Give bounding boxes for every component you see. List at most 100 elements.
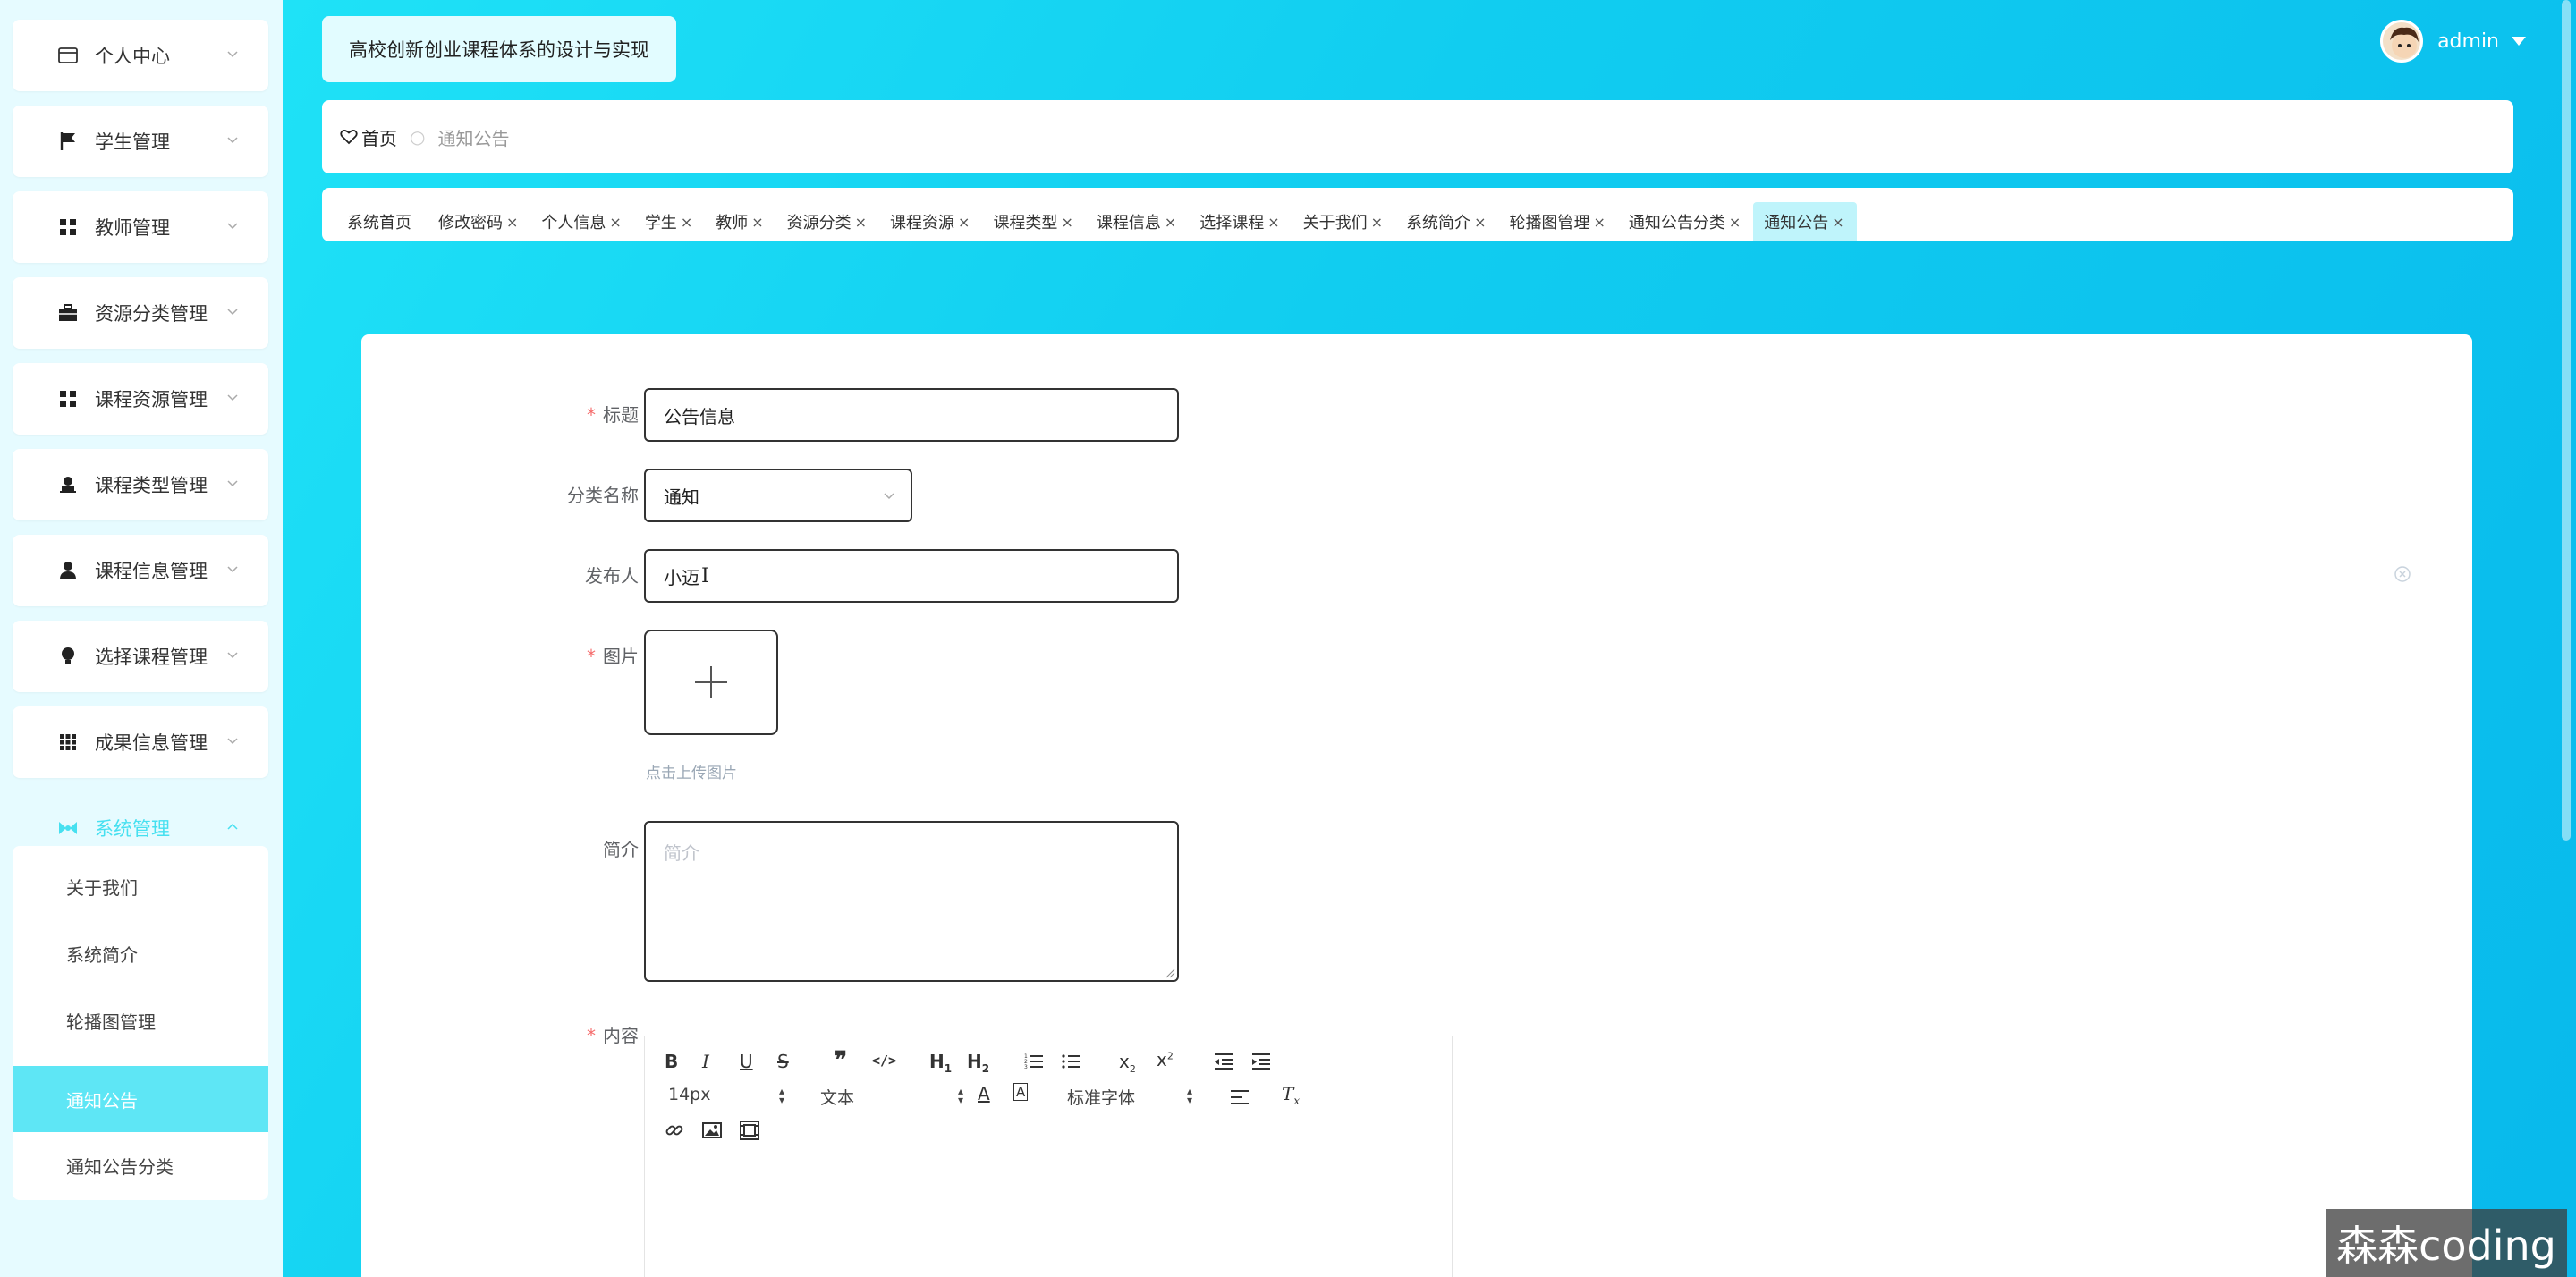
breadcrumb-home[interactable]: 首页 — [340, 124, 397, 150]
code-icon[interactable]: </> — [872, 1053, 896, 1069]
tab-course-types[interactable]: 课程类型 × — [982, 202, 1085, 241]
app-title: 高校创新创业课程体系的设计与实现 — [322, 16, 676, 82]
grid-icon — [55, 386, 80, 411]
bullet-list-icon[interactable] — [1062, 1053, 1081, 1070]
close-icon[interactable]: × — [1729, 214, 1741, 231]
tab-change-password[interactable]: 修改密码 × — [428, 202, 530, 241]
sidebar-item-course-types[interactable]: 课程类型管理 — [13, 449, 268, 520]
editor-toolbar: B I U S ❞ </> H1 H2 123 x2 x2 14px ▴ ▾ 文… — [645, 1036, 1452, 1154]
sidebar-item-course-resources[interactable]: 课程资源管理 — [13, 363, 268, 435]
person-icon — [55, 558, 80, 583]
underline-icon[interactable]: U — [740, 1051, 753, 1072]
outdent-icon[interactable] — [1214, 1053, 1233, 1070]
align-icon[interactable] — [1230, 1088, 1250, 1106]
image-upload[interactable] — [644, 630, 778, 735]
sidebar-subitem-notice-categories[interactable]: 通知公告分类 — [13, 1132, 268, 1198]
svg-text:3: 3 — [1024, 1064, 1028, 1070]
video-icon[interactable] — [740, 1121, 759, 1140]
text-cursor-icon: I — [701, 564, 709, 588]
tab-about-us[interactable]: 关于我们 × — [1292, 202, 1395, 241]
breadcrumb: 首页 ○ 通知公告 — [322, 100, 2513, 173]
tab-system-intro[interactable]: 系统简介 × — [1395, 202, 1498, 241]
sidebar-item-students[interactable]: 学生管理 — [13, 106, 268, 177]
close-icon[interactable]: × — [958, 214, 970, 231]
heart-icon — [340, 130, 358, 145]
resize-handle-icon[interactable] — [1165, 968, 1175, 978]
header-1-icon[interactable]: H1 — [929, 1051, 952, 1075]
close-icon[interactable]: × — [1474, 214, 1486, 231]
avatar — [2380, 20, 2424, 63]
sidebar-item-label: 资源分类管理 — [95, 303, 208, 325]
clear-format-icon[interactable]: Tx — [1282, 1083, 1300, 1107]
chevron-down-icon — [227, 309, 238, 316]
strikethrough-icon[interactable]: S — [777, 1051, 789, 1072]
font-size-select[interactable]: 14px ▴ ▾ — [668, 1085, 784, 1105]
sidebar-subitem-notices[interactable]: 通知公告 — [13, 1066, 268, 1132]
user-menu[interactable]: admin — [2380, 18, 2526, 64]
sidebar-subitem-carousel[interactable]: 轮播图管理 — [13, 987, 268, 1053]
rich-text-editor[interactable]: B I U S ❞ </> H1 H2 123 x2 x2 14px ▴ ▾ 文… — [644, 1036, 1453, 1277]
sidebar-item-personal-center[interactable]: 个人中心 — [13, 20, 268, 91]
tab-carousel[interactable]: 轮播图管理 × — [1498, 202, 1617, 241]
tab-course-resources[interactable]: 课程资源 × — [879, 202, 982, 241]
sidebar: 个人中心 学生管理 教师管理 资源分类管理 课程资源管理 课程类型管理 课程信息… — [0, 0, 283, 1277]
superscript-icon[interactable]: x2 — [1157, 1049, 1174, 1070]
publisher-input[interactable]: 小迈 I — [644, 549, 1179, 603]
summary-textarea[interactable]: 简介 — [644, 821, 1179, 982]
chevron-down-icon — [227, 51, 238, 58]
close-icon[interactable]: × — [681, 214, 692, 231]
tab-personal-info[interactable]: 个人信息 × — [530, 202, 633, 241]
font-color-icon[interactable]: A — [978, 1083, 990, 1104]
tab-resource-categories[interactable]: 资源分类 × — [776, 202, 879, 241]
tab-teachers[interactable]: 教师 × — [705, 202, 775, 241]
sidebar-item-resource-categories[interactable]: 资源分类管理 — [13, 277, 268, 349]
username: admin — [2437, 30, 2499, 53]
scrollbar[interactable] — [2556, 0, 2576, 1277]
close-icon[interactable]: × — [855, 214, 867, 231]
close-icon[interactable]: × — [1061, 214, 1072, 231]
title-input[interactable]: 公告信息 — [644, 388, 1179, 442]
close-icon[interactable]: × — [1593, 214, 1605, 231]
subscript-icon[interactable]: x2 — [1119, 1051, 1136, 1075]
tab-notice-categories[interactable]: 通知公告分类 × — [1618, 202, 1753, 241]
breadcrumb-separator: ○ — [410, 126, 426, 148]
sidebar-subitem-about-us[interactable]: 关于我们 — [13, 853, 268, 919]
grid-icon — [55, 215, 80, 240]
tab-students[interactable]: 学生 × — [634, 202, 705, 241]
bold-icon[interactable]: B — [665, 1051, 678, 1072]
apps-icon — [55, 730, 80, 755]
sidebar-item-achievements[interactable]: 成果信息管理 — [13, 706, 268, 778]
sidebar-item-course-info[interactable]: 课程信息管理 — [13, 535, 268, 606]
blockquote-icon[interactable]: ❞ — [835, 1047, 847, 1074]
close-icon[interactable]: × — [1267, 214, 1279, 231]
background-color-icon[interactable]: A — [1013, 1083, 1029, 1101]
tab-course-info[interactable]: 课程信息 × — [1086, 202, 1189, 241]
sidebar-subitem-system-intro[interactable]: 系统简介 — [13, 920, 268, 986]
circle-close-icon[interactable] — [2394, 565, 2411, 583]
main-area: 高校创新创业课程体系的设计与实现 admin 首页 ○ 通知公告 系统首页 修改… — [283, 0, 2576, 1277]
chevron-down-icon — [227, 394, 238, 402]
header-select[interactable]: 文本 ▴ ▾ — [820, 1085, 963, 1109]
font-family-select[interactable]: 标准字体 ▴ ▾ — [1067, 1085, 1192, 1109]
close-icon[interactable]: × — [1832, 214, 1843, 231]
image-icon[interactable] — [702, 1121, 722, 1140]
tab-course-selection[interactable]: 选择课程 × — [1189, 202, 1292, 241]
indent-icon[interactable] — [1251, 1053, 1271, 1070]
ordered-list-icon[interactable]: 123 — [1024, 1053, 1044, 1070]
scrollbar-thumb[interactable] — [2562, 0, 2571, 841]
sidebar-item-course-selection[interactable]: 选择课程管理 — [13, 621, 268, 692]
italic-icon[interactable]: I — [702, 1051, 709, 1072]
header-2-icon[interactable]: H2 — [967, 1051, 989, 1075]
chevron-down-icon — [227, 223, 238, 230]
close-icon[interactable]: × — [751, 214, 763, 231]
category-select[interactable]: 通知 — [644, 469, 912, 522]
close-icon[interactable]: × — [1165, 214, 1176, 231]
tab-notices[interactable]: 通知公告 × — [1753, 202, 1857, 241]
tab-home[interactable]: 系统首页 — [336, 202, 428, 241]
close-icon[interactable]: × — [1371, 214, 1383, 231]
breadcrumb-current: 通知公告 — [437, 127, 510, 149]
close-icon[interactable]: × — [609, 214, 621, 231]
link-icon[interactable] — [665, 1121, 684, 1140]
close-icon[interactable]: × — [506, 214, 518, 231]
sidebar-item-teachers[interactable]: 教师管理 — [13, 191, 268, 263]
